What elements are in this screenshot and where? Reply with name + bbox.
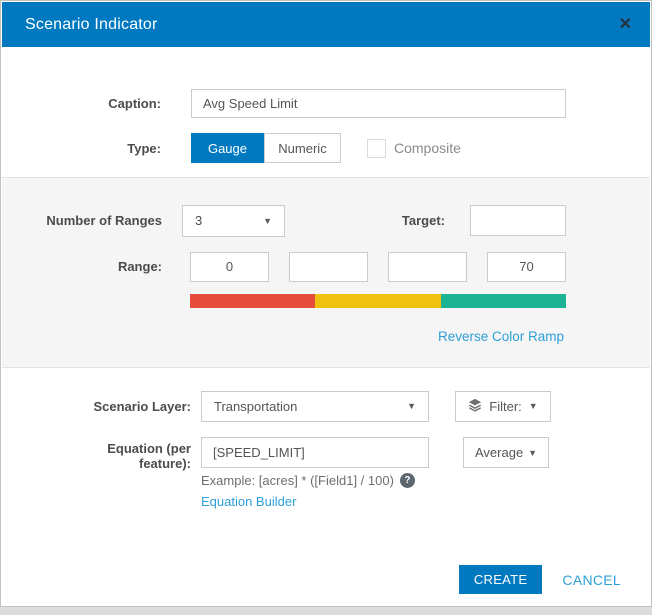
number-of-ranges-select[interactable]: 3 ▼ bbox=[182, 205, 285, 237]
range-input-3[interactable] bbox=[388, 252, 467, 282]
layers-icon bbox=[468, 398, 482, 415]
caption-label: Caption: bbox=[1, 96, 161, 111]
composite-label: Composite bbox=[394, 140, 461, 156]
target-input[interactable] bbox=[470, 205, 566, 236]
range-input-4[interactable] bbox=[487, 252, 566, 282]
caption-row: Caption: bbox=[1, 88, 566, 118]
equation-example-text: Example: [acres] * ([Field1] / 100) bbox=[201, 473, 394, 488]
dialog-header: Scenario Indicator ✕ bbox=[2, 2, 650, 47]
scenario-layer-row: Scenario Layer: Transportation ▼ Filter:… bbox=[1, 390, 551, 422]
ramp-segment-teal bbox=[441, 294, 566, 308]
close-icon[interactable]: ✕ bbox=[619, 17, 632, 33]
range-label: Range: bbox=[2, 259, 162, 274]
ramp-segment-yellow bbox=[315, 294, 440, 308]
color-ramp bbox=[190, 294, 566, 308]
help-icon[interactable]: ? bbox=[400, 473, 415, 488]
scenario-layer-select[interactable]: Transportation ▼ bbox=[201, 391, 429, 422]
ramp-segment-red bbox=[190, 294, 315, 308]
caption-input[interactable] bbox=[191, 89, 566, 118]
scenario-indicator-dialog: Scenario Indicator ✕ Caption: Type: Gaug… bbox=[0, 0, 652, 607]
type-numeric-button[interactable]: Numeric bbox=[264, 133, 341, 163]
scenario-layer-value: Transportation bbox=[214, 399, 297, 414]
number-of-ranges-row: Number of Ranges 3 ▼ Target: bbox=[2, 204, 566, 237]
chevron-down-icon: ▼ bbox=[407, 401, 416, 411]
cancel-button[interactable]: CANCEL bbox=[562, 572, 621, 588]
range-row: Range: bbox=[2, 251, 566, 282]
equation-label-line2: feature): bbox=[139, 456, 191, 471]
number-of-ranges-value: 3 bbox=[195, 213, 202, 228]
equation-input[interactable] bbox=[201, 437, 429, 468]
range-inputs bbox=[190, 252, 566, 282]
equation-builder-link[interactable]: Equation Builder bbox=[201, 494, 296, 509]
aggregation-select[interactable]: Average ▼ bbox=[463, 437, 549, 468]
filter-button[interactable]: Filter: ▼ bbox=[455, 391, 551, 422]
dialog-footer: CREATE CANCEL bbox=[459, 565, 621, 594]
create-button[interactable]: CREATE bbox=[459, 565, 543, 594]
dialog-title: Scenario Indicator bbox=[25, 16, 158, 34]
type-gauge-button[interactable]: Gauge bbox=[191, 133, 264, 163]
type-toggle: Gauge Numeric bbox=[191, 133, 341, 163]
aggregation-value: Average bbox=[475, 445, 523, 460]
ranges-section: Number of Ranges 3 ▼ Target: Range: Reve… bbox=[2, 177, 650, 368]
chevron-down-icon: ▼ bbox=[528, 448, 537, 458]
composite-checkbox[interactable] bbox=[367, 139, 386, 158]
equation-row: Equation (per feature): Average ▼ bbox=[1, 437, 549, 469]
range-input-2[interactable] bbox=[289, 252, 368, 282]
target-label: Target: bbox=[285, 213, 445, 228]
type-row: Type: Gauge Numeric Composite bbox=[1, 133, 566, 163]
chevron-down-icon: ▼ bbox=[529, 401, 538, 411]
equation-label-line1: Equation (per bbox=[107, 441, 191, 456]
chevron-down-icon: ▼ bbox=[263, 216, 272, 226]
filter-label: Filter: bbox=[489, 399, 522, 414]
type-label: Type: bbox=[1, 141, 161, 156]
equation-label: Equation (per feature): bbox=[1, 441, 191, 471]
number-of-ranges-label: Number of Ranges bbox=[2, 213, 162, 228]
scenario-layer-label: Scenario Layer: bbox=[1, 399, 191, 414]
range-input-1[interactable] bbox=[190, 252, 269, 282]
equation-example: Example: [acres] * ([Field1] / 100) ? bbox=[201, 473, 415, 488]
reverse-color-ramp-link[interactable]: Reverse Color Ramp bbox=[438, 329, 564, 344]
